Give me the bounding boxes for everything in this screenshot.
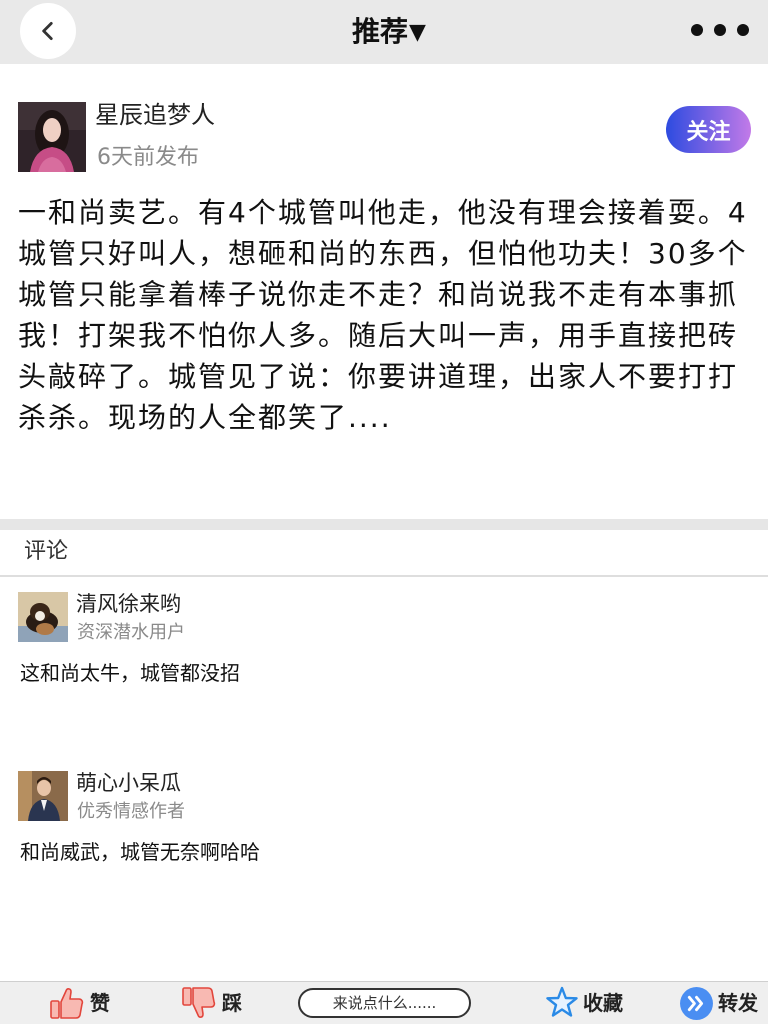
like-button[interactable]: 赞: [48, 982, 110, 1024]
dislike-button[interactable]: 踩: [180, 982, 242, 1024]
thumbs-up-icon: [50, 988, 84, 1019]
post-time: 6天前发布: [97, 145, 199, 170]
comments-divider: [0, 575, 768, 577]
commenter-badge: 资深潜水用户: [77, 622, 185, 643]
comment-input[interactable]: [298, 988, 471, 1018]
feed-selector[interactable]: 推荐▼: [352, 12, 426, 52]
favorite-button[interactable]: 收藏: [545, 982, 623, 1024]
caret-down-icon: ▼: [409, 20, 426, 45]
comment-text: 这和尚太牛，城管都没招: [20, 661, 240, 685]
comment-item: 清风徐来哟 资深潜水用户 这和尚太牛，城管都没招: [0, 592, 768, 762]
more-dots-icon: [691, 24, 749, 36]
bottom-action-bar: 赞 踩 收藏 转发: [0, 981, 768, 1024]
commenter-avatar[interactable]: [18, 592, 68, 642]
commenter-name[interactable]: 清风徐来哟: [76, 590, 181, 618]
favorite-label: 收藏: [583, 991, 623, 1015]
page-title: 推荐: [352, 15, 409, 48]
commenter-avatar[interactable]: [18, 771, 68, 821]
star-icon: [546, 986, 578, 1017]
top-nav-bar: 推荐▼: [0, 0, 768, 64]
share-label: 转发: [718, 991, 758, 1015]
like-label: 赞: [90, 991, 110, 1015]
back-button[interactable]: [20, 3, 76, 59]
post-content: 一和尚卖艺。有4个城管叫他走，他没有理会接着耍。4城管只好叫人，想砸和尚的东西，…: [18, 196, 748, 434]
dislike-label: 踩: [222, 991, 242, 1015]
more-button[interactable]: [688, 18, 752, 42]
chevron-left-icon: [42, 22, 53, 40]
commenter-name[interactable]: 萌心小呆瓜: [76, 769, 181, 797]
comment-text: 和尚威武，城管无奈啊哈哈: [20, 840, 260, 864]
share-button[interactable]: 转发: [679, 982, 758, 1024]
author-avatar[interactable]: [18, 102, 86, 172]
comment-item: 萌心小呆瓜 优秀情感作者 和尚威武，城管无奈啊哈哈: [0, 771, 768, 941]
commenter-badge: 优秀情感作者: [77, 801, 185, 822]
author-name[interactable]: 星辰追梦人: [95, 99, 215, 131]
comments-heading: 评论: [24, 539, 69, 564]
section-divider: [0, 519, 768, 530]
forward-icon: [680, 986, 713, 1020]
follow-button[interactable]: 关注: [666, 106, 751, 153]
thumbs-down-icon: [182, 987, 216, 1018]
